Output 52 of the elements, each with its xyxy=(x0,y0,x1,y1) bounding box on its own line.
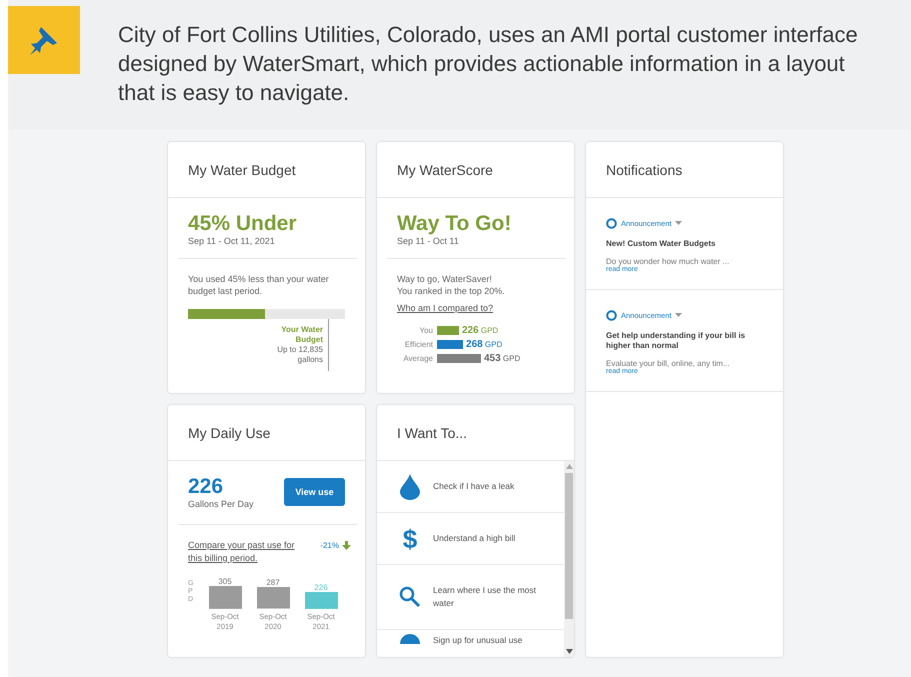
scrollbar[interactable] xyxy=(564,461,574,657)
card-title: My WaterScore xyxy=(397,162,493,178)
notification-title: New! Custom Water Budgets xyxy=(606,239,716,249)
chart-bar xyxy=(256,587,290,609)
dollar-sign: $ xyxy=(402,524,418,552)
budget-limit-text: Up to 12,835 gallons xyxy=(276,345,323,365)
action-link[interactable]: Sign up for unusual use xyxy=(433,634,543,647)
scroll-up-icon[interactable] xyxy=(566,464,572,469)
caption-text: City of Fort Collins Utilities, Colorado, uses an AMI portal customer interface designed by WaterSmart, which provides actionable information in a layout that is easy to navigate. xyxy=(118,21,858,107)
change-percent: -21% xyxy=(320,541,339,550)
view-use-button[interactable]: View use xyxy=(284,478,345,506)
daily-use-unit: Gallons Per Day xyxy=(188,499,254,509)
chart-bar xyxy=(208,586,242,609)
caret-icon[interactable] xyxy=(675,313,682,318)
info-icon xyxy=(400,634,420,644)
data-label: 287 xyxy=(266,578,280,588)
search-icon xyxy=(399,586,421,608)
action-link[interactable]: Understand a high bill xyxy=(433,532,543,545)
water-drop-icon xyxy=(400,474,420,500)
notification-excerpt: Evaluate your bill, online, any tim... xyxy=(606,359,731,368)
budget-headline: 45% Under xyxy=(188,212,298,236)
daily-use-value: 226 xyxy=(188,475,224,499)
comparison-value: 453 GPD xyxy=(484,352,520,364)
notification-excerpt: Do you wonder how much water ... xyxy=(606,257,730,266)
period-text: Sep 11 - Oct 11, 2021 xyxy=(188,236,276,246)
period-text: Sep 11 - Oct 11 xyxy=(397,236,460,246)
comparison-value: 226 GPD xyxy=(462,324,498,336)
comparison-label: Average xyxy=(402,354,433,362)
chart-bar xyxy=(304,592,338,609)
budget-limit-label: Your Water Budget xyxy=(280,325,323,345)
action-link[interactable]: Learn where I use the most water xyxy=(433,584,543,610)
action-link[interactable]: Check if I have a leak xyxy=(433,480,543,493)
data-label: 305 xyxy=(218,577,232,586)
comparison-label: Efficient xyxy=(404,340,433,348)
card-title: My Daily Use xyxy=(188,424,270,440)
down-arrow-icon xyxy=(342,541,351,550)
data-label: 226 xyxy=(314,582,328,592)
score-message: Way to go, WaterSaver! xyxy=(397,273,493,285)
notification-title: Get help understanding if your bill is higher than normal xyxy=(606,331,746,351)
card-title: My Water Budget xyxy=(188,162,296,178)
compare-link[interactable]: Who am I compared to? xyxy=(397,303,494,313)
card-title: I Want To... xyxy=(397,424,468,440)
score-message: You ranked in the top 20%. xyxy=(397,285,506,297)
scroll-down-icon[interactable] xyxy=(566,649,572,654)
card-title: Notifications xyxy=(606,162,682,178)
pushpin-icon xyxy=(8,6,80,74)
comparison-value: 268 GPD xyxy=(466,338,502,350)
score-headline: Way To Go! xyxy=(397,212,512,236)
compare-past-use-link[interactable]: Compare your past use for this billing period. xyxy=(188,539,298,565)
comparison-label: You xyxy=(418,326,433,334)
budget-message: You used 45% less than your water budget last period. xyxy=(188,273,330,297)
caret-icon[interactable] xyxy=(675,221,682,226)
